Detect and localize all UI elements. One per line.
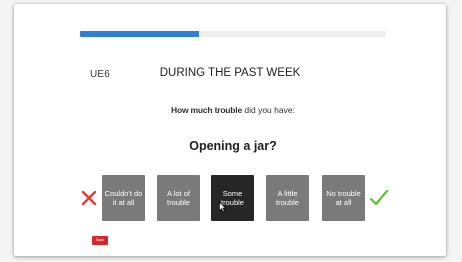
answer-scale: Couldn't do it at all A lot of trouble S… xyxy=(0,175,462,221)
period-title: DURING THE PAST WEEK xyxy=(159,67,301,79)
answer-option-label: A little trouble xyxy=(276,189,299,207)
back-button[interactable]: Back xyxy=(92,236,108,245)
answer-option-label: No trouble at all xyxy=(326,189,361,207)
answer-option-label: A lot of trouble xyxy=(167,189,190,207)
activity-question: Opening a jar? xyxy=(189,139,277,153)
question-prompt: How much trouble did you have: xyxy=(80,105,386,115)
answer-option-5[interactable]: No trouble at all xyxy=(322,175,365,221)
progress-bar-fill xyxy=(80,31,200,37)
progress-bar xyxy=(80,31,386,37)
question-prompt-rest: did you have: xyxy=(242,105,295,115)
answer-option-3[interactable]: Some trouble xyxy=(211,175,254,221)
answer-option-4[interactable]: A little trouble xyxy=(266,175,309,221)
green-check-icon xyxy=(366,175,392,221)
answer-option-2[interactable]: A lot of trouble xyxy=(157,175,200,221)
answer-option-label: Couldn't do it at all xyxy=(104,189,143,207)
item-code: UE6 xyxy=(90,69,111,80)
answer-option-1[interactable]: Couldn't do it at all xyxy=(102,175,145,221)
question-prompt-emphasis: How much trouble xyxy=(171,105,242,115)
mouse-cursor-icon xyxy=(219,202,227,212)
red-x-icon xyxy=(78,175,100,221)
